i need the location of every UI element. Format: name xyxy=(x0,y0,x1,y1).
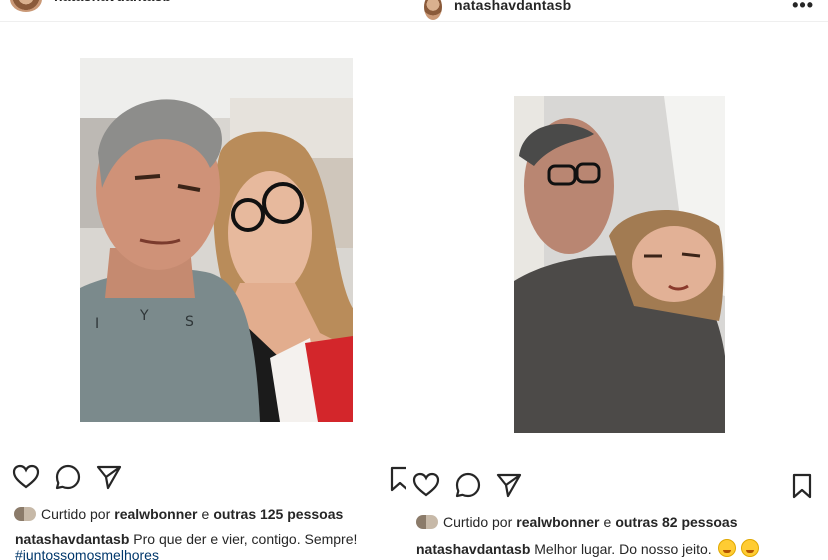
svg-text:I: I xyxy=(95,316,99,332)
avatar[interactable] xyxy=(424,0,442,20)
post-username[interactable]: natashavdantasb xyxy=(454,0,571,13)
liked-conj: e xyxy=(201,506,210,522)
post-header: natashavdantasb xyxy=(0,0,406,22)
emoji-icon xyxy=(717,539,736,557)
caption: natashavdantasb Melhor lugar. Do nosso j… xyxy=(416,539,760,557)
caption-username[interactable]: natashavdantasb xyxy=(15,531,129,547)
caption-text: Melhor lugar. Do nosso jeito. xyxy=(534,541,712,557)
liked-conj: e xyxy=(603,514,612,530)
bookmark-icon[interactable] xyxy=(386,465,406,493)
caption: natashavdantasb Pro que der e vier, cont… xyxy=(15,531,357,547)
liker-username[interactable]: realwbonner xyxy=(516,514,599,530)
liker-username[interactable]: realwbonner xyxy=(114,506,197,522)
post-username[interactable]: natashavdantasb xyxy=(54,0,171,4)
caption-text: Pro que der e vier, contigo. Sempre! xyxy=(133,531,358,547)
liked-others[interactable]: outras 82 pessoas xyxy=(615,514,737,530)
more-options-icon[interactable]: ••• xyxy=(792,0,814,16)
svg-text:S: S xyxy=(185,314,194,330)
bookmark-icon[interactable] xyxy=(788,472,816,500)
liked-others[interactable]: outras 125 pessoas xyxy=(213,506,343,522)
post-right: natashavdantasb ••• Curtido por realwbon… xyxy=(406,0,828,560)
liker-avatars[interactable] xyxy=(416,515,438,529)
post-header: natashavdantasb ••• xyxy=(406,0,828,22)
avatar[interactable] xyxy=(10,0,42,12)
post-left: natashavdantasb xyxy=(0,0,406,560)
liked-prefix: Curtido por xyxy=(443,514,513,530)
liked-prefix: Curtido por xyxy=(41,506,111,522)
comment-icon[interactable] xyxy=(454,471,482,499)
liked-by: Curtido por realwbonner e outras 82 pess… xyxy=(416,514,737,530)
share-icon[interactable] xyxy=(495,471,523,499)
liker-avatars[interactable] xyxy=(14,507,36,521)
heart-icon[interactable] xyxy=(412,471,440,499)
svg-text:Y: Y xyxy=(139,308,149,324)
hashtag-link[interactable]: #juntossomosmelhores xyxy=(15,547,159,560)
share-icon[interactable] xyxy=(95,463,123,491)
emoji-icon xyxy=(741,539,760,557)
caption-username[interactable]: natashavdantasb xyxy=(416,541,530,557)
heart-icon[interactable] xyxy=(12,463,40,491)
post-photo[interactable] xyxy=(514,96,725,433)
comment-icon[interactable] xyxy=(54,463,82,491)
liked-by: Curtido por realwbonner e outras 125 pes… xyxy=(14,506,343,522)
post-photo[interactable]: I Y S xyxy=(80,58,353,422)
